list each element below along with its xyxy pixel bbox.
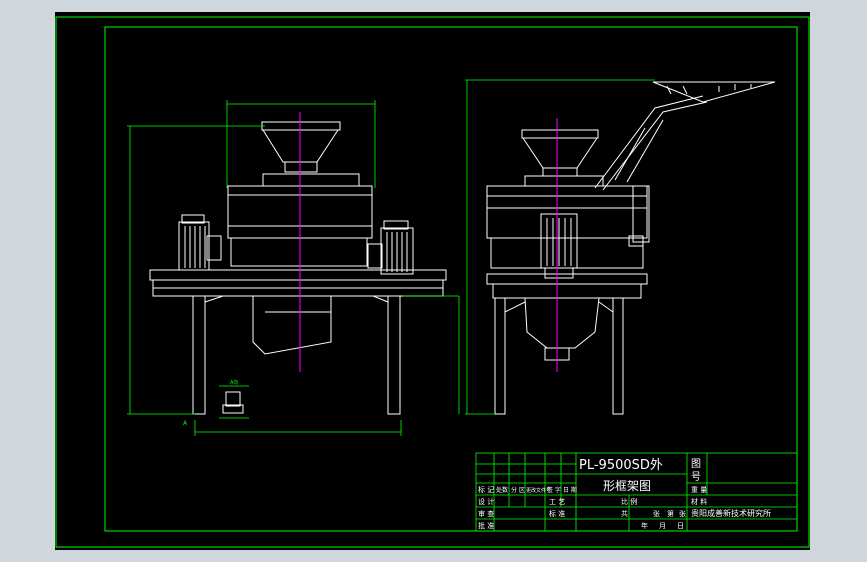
tb-weight: 重 量 xyxy=(691,486,707,494)
side-right-leg xyxy=(612,297,624,415)
side-left-leg xyxy=(494,297,506,415)
tb-row-design: 设 计 xyxy=(478,497,494,506)
tb-row-approve: 批 准 xyxy=(478,521,494,530)
right-leg xyxy=(387,295,401,415)
hopper-rim xyxy=(261,121,341,131)
tb-header-count: 处数 xyxy=(496,486,508,494)
lifting-arm xyxy=(594,95,704,189)
tb-sheet-unit2: 张 xyxy=(679,509,686,518)
tb-date-day: 日 xyxy=(677,522,684,530)
tb-row-review: 审 查 xyxy=(478,509,494,518)
tb-date-year: 年 xyxy=(641,521,648,530)
drawing-title-line1: PL-9500SD外 xyxy=(579,458,663,473)
tb-header-sign: 签 字 xyxy=(547,486,561,494)
front-dimensions xyxy=(127,100,460,436)
inner-frame xyxy=(104,26,798,532)
side-hopper-cone xyxy=(522,137,598,169)
tb-process: 工 艺 xyxy=(549,498,565,506)
cad-drawing: A向 A PL-9500SD外 形框架图 图 号 标 记 设 计 审 查 批 准… xyxy=(55,16,810,548)
drawing-viewport[interactable]: A向 A PL-9500SD外 形框架图 图 号 标 记 设 计 审 查 批 准… xyxy=(55,12,810,550)
tb-header-zone: 分 区 xyxy=(511,486,525,494)
drawing-title-line2: 形框架图 xyxy=(603,479,651,493)
tb-row-mark: 标 记 xyxy=(478,485,494,494)
tb-scale: 比 例 xyxy=(621,497,637,506)
tb-sheet-no: 第 xyxy=(667,509,674,518)
side-discharge xyxy=(524,297,600,349)
detail-a xyxy=(225,391,241,407)
drawing-number-label-2: 号 xyxy=(691,471,701,483)
tb-sheet-total: 共 xyxy=(621,509,628,518)
view-mark-label: A xyxy=(183,420,188,427)
side-main-body xyxy=(486,185,648,239)
tb-sheet-unit1: 张 xyxy=(653,509,660,518)
side-view xyxy=(486,81,776,415)
tb-material: 材 料 xyxy=(691,497,707,506)
drawing-number-label-1: 图 xyxy=(691,458,701,470)
tb-header-date: 日 期 xyxy=(563,486,577,494)
tb-organization: 贵阳成善新技术研究所 xyxy=(691,508,771,518)
side-base xyxy=(486,273,648,285)
front-view xyxy=(149,121,447,415)
discharge-chute xyxy=(252,296,332,355)
detail-dim-label: A向 xyxy=(230,379,238,386)
left-leg xyxy=(192,295,206,415)
tb-date-month: 月 xyxy=(659,522,666,530)
tb-standard: 标 准 xyxy=(549,509,565,518)
side-hopper-rim xyxy=(521,129,599,139)
arm-beam xyxy=(652,81,776,103)
